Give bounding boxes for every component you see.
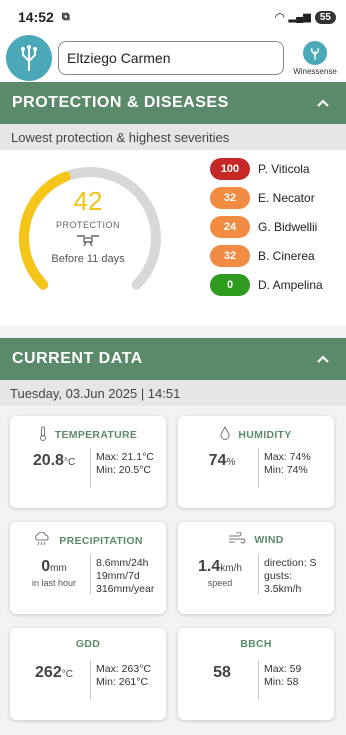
card-divider [258, 448, 259, 488]
bbch-max: Max: 59 [264, 663, 302, 675]
temperature-min: Min: 20.5°C [96, 464, 151, 476]
bbch-card[interactable]: BBCH 58 Max: 59 Min: 58 [178, 628, 334, 720]
precipitation-year: 316mm/year [96, 583, 155, 595]
wind-sublabel: speed [207, 578, 233, 588]
humidity-unit: % [226, 457, 236, 468]
current-data-timestamp: Tuesday, 03.Jun 2025 | 14:51 [0, 380, 346, 406]
screenshot-icon: ⧉ [61, 10, 70, 23]
temperature-title: TEMPERATURE [54, 429, 138, 441]
card-divider [90, 448, 91, 488]
disease-item[interactable]: 100 P. Viticola [210, 158, 323, 180]
disease-score-badge: 32 [210, 187, 250, 209]
gdd-card[interactable]: GDD 262°C Max: 263°C Min: 261°C [10, 628, 166, 720]
protection-subtitle: Lowest protection & highest severities [0, 124, 346, 150]
bbch-title: BBCH [240, 638, 272, 650]
disease-item[interactable]: 32 E. Necator [210, 187, 323, 209]
humidity-card-header: HUMIDITY [178, 425, 334, 443]
disease-item[interactable]: 24 G. Bidwellii [210, 216, 323, 238]
precipitation-24h: 8.6mm/24h [96, 557, 149, 569]
brand-button[interactable]: Winessense [290, 40, 340, 76]
protection-section-header[interactable]: PROTECTION & DISEASES [0, 82, 346, 124]
card-divider [90, 660, 91, 700]
bbch-min: Min: 58 [264, 676, 299, 688]
disease-name: P. Viticola [258, 162, 310, 176]
signal-icon: ▂▄▆ [288, 11, 311, 23]
temperature-card-header: TEMPERATURE [10, 426, 166, 444]
app-bar: Eltziego Carmen Winessense [0, 34, 346, 82]
temperature-card[interactable]: TEMPERATURE 20.8°C Max: 21.1°C Min: 20.5… [10, 416, 166, 508]
card-divider [258, 554, 259, 594]
precipitation-card[interactable]: PRECIPITATION 0mm in last hour 8.6mm/24h… [10, 522, 166, 614]
protection-section-title: PROTECTION & DISEASES [12, 94, 229, 111]
bbch-card-header: BBCH [178, 638, 334, 650]
temperature-max: Max: 21.1°C [96, 451, 154, 463]
wifi-icon: ◠ [275, 10, 285, 24]
protection-before-days: Before 11 days [51, 253, 125, 265]
chevron-up-icon[interactable] [312, 348, 334, 370]
disease-name: B. Cinerea [258, 249, 315, 263]
humidity-card[interactable]: HUMIDITY 74% Max: 74% Min: 74% [178, 416, 334, 508]
disease-name: E. Necator [258, 191, 315, 205]
wind-gusts-label: gusts: [264, 570, 293, 582]
wind-card-header: WIND [178, 531, 334, 547]
thermometer-icon [39, 426, 47, 444]
protection-value: 42 [73, 186, 103, 216]
droplet-icon [220, 425, 230, 443]
current-data-section-title: CURRENT DATA [12, 350, 143, 367]
wind-title: WIND [254, 533, 284, 546]
vineyard-select-input[interactable]: Eltziego Carmen [58, 41, 284, 75]
disease-score-badge: 100 [210, 158, 250, 180]
disease-item[interactable]: 32 B. Cinerea [210, 245, 323, 267]
humidity-value: 74 [208, 452, 227, 469]
card-divider [90, 554, 91, 594]
wind-direction: direction: S [264, 557, 317, 569]
protection-panel: 42 PROTECTION Before 11 days 100 P. Viti… [0, 150, 346, 326]
disease-score-badge: 32 [210, 245, 250, 267]
battery-indicator: 55 [314, 10, 336, 24]
disease-score-badge: 24 [210, 216, 250, 238]
wind-unit: km/h [220, 563, 242, 574]
precipitation-unit: mm [50, 563, 67, 574]
precipitation-title: PRECIPITATION [59, 534, 143, 547]
current-data-section-header[interactable]: CURRENT DATA [0, 338, 346, 380]
drone-icon [8, 233, 168, 249]
precipitation-value: 0 [41, 558, 51, 575]
gdd-value: 262 [35, 664, 62, 681]
app-logo-icon[interactable] [6, 35, 52, 81]
gdd-max: Max: 263°C [96, 663, 151, 675]
wind-icon [228, 531, 246, 547]
card-divider [258, 660, 259, 700]
disease-item[interactable]: 0 D. Ampelina [210, 274, 323, 296]
humidity-min: Min: 74% [264, 464, 308, 476]
weather-card-grid: TEMPERATURE 20.8°C Max: 21.1°C Min: 20.5… [0, 406, 346, 720]
precipitation-7d: 19mm/7d [96, 570, 140, 582]
bbch-value: 58 [213, 664, 231, 681]
status-bar: 14:52 ⧉ ◠ ▂▄▆ 55 [0, 0, 346, 34]
precipitation-card-header: PRECIPITATION [10, 531, 166, 549]
wind-gusts-value: 3.5km/h [264, 583, 302, 595]
gdd-card-header: GDD [10, 638, 166, 650]
humidity-max: Max: 74% [264, 451, 311, 463]
chevron-up-icon[interactable] [312, 92, 334, 114]
brand-logo-icon [303, 40, 327, 65]
disease-name: D. Ampelina [258, 278, 323, 292]
status-time: 14:52 [18, 9, 54, 25]
temperature-unit: °C [63, 457, 76, 468]
disease-list: 100 P. Viticola 32 E. Necator 24 G. Bidw… [210, 158, 323, 303]
protection-label: PROTECTION [55, 220, 120, 230]
vineyard-name: Eltziego Carmen [67, 50, 171, 66]
gdd-unit: °C [61, 669, 73, 680]
section-gap [0, 326, 346, 338]
rain-cloud-icon [33, 531, 51, 549]
wind-card[interactable]: WIND 1.4km/h speed direction: S gusts: 3… [178, 522, 334, 614]
humidity-title: HUMIDITY [238, 428, 292, 441]
temperature-value: 20.8 [32, 452, 64, 469]
gdd-min: Min: 261°C [96, 676, 149, 688]
brand-label: Winessense [293, 66, 337, 76]
gdd-title: GDD [75, 638, 101, 650]
disease-score-badge: 0 [210, 274, 250, 296]
wind-value: 1.4 [198, 558, 221, 575]
disease-name: G. Bidwellii [258, 220, 318, 234]
precipitation-sublabel: in last hour [31, 578, 77, 588]
